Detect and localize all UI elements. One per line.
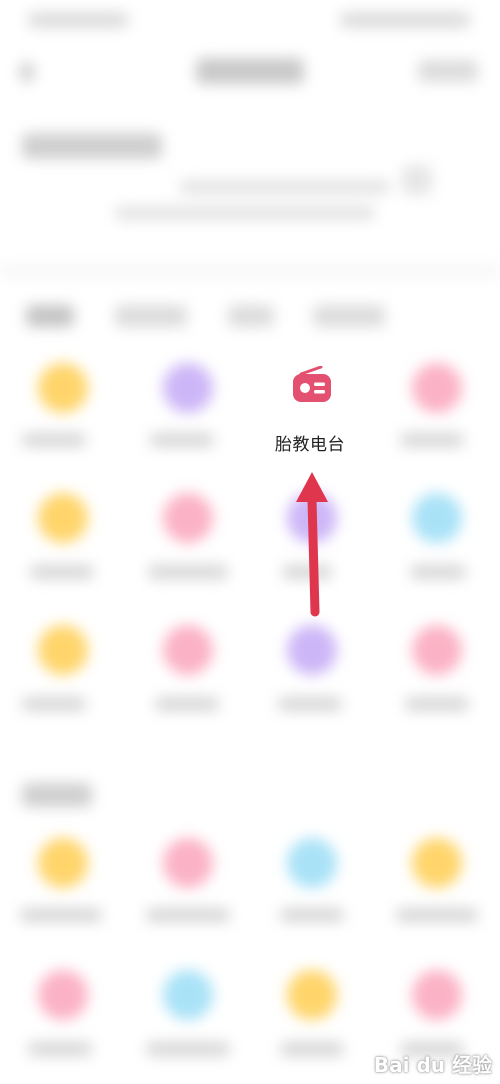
- tile-icon[interactable]: [163, 625, 213, 675]
- tile-icon[interactable]: [38, 625, 88, 675]
- tile-label: [22, 433, 86, 447]
- tile-label: [400, 433, 464, 447]
- tile-label: [148, 565, 228, 579]
- radio-icon: [293, 366, 331, 402]
- tile-label: [28, 1042, 92, 1056]
- tab-4[interactable]: [313, 305, 385, 327]
- tile-icon[interactable]: [412, 838, 462, 888]
- tab-2[interactable]: [115, 305, 187, 327]
- tile-icon[interactable]: [38, 970, 88, 1020]
- tile-icon[interactable]: [412, 625, 462, 675]
- tile-label: [155, 697, 219, 711]
- tile-label: [22, 697, 86, 711]
- tile-label: [280, 1042, 344, 1056]
- tile-label: [20, 908, 102, 922]
- hint-line-2: [115, 206, 375, 220]
- edit-icon[interactable]: [402, 165, 432, 195]
- tile-icon[interactable]: [163, 970, 213, 1020]
- back-icon[interactable]: [20, 62, 34, 82]
- tile-prenatal-radio[interactable]: 胎教电台: [255, 360, 365, 460]
- page-title: [196, 58, 304, 84]
- tile-icon[interactable]: [287, 970, 337, 1020]
- section-divider: [0, 265, 500, 277]
- tile-icon[interactable]: [412, 493, 462, 543]
- tile-icon[interactable]: [38, 838, 88, 888]
- tile-label: [278, 697, 342, 711]
- tile-icon[interactable]: [412, 970, 462, 1020]
- tab-1[interactable]: [26, 305, 74, 327]
- tab-3[interactable]: [228, 305, 274, 327]
- hint-line-1: [180, 180, 390, 194]
- tile-label: [146, 908, 230, 922]
- watermark: Bai du 经验: [373, 1053, 492, 1077]
- tile-label: [410, 565, 466, 579]
- tile-label-prenatal-radio: 胎教电台: [275, 435, 345, 455]
- tile-label: [150, 433, 214, 447]
- tile-label: [280, 908, 344, 922]
- annotation-arrow: [296, 472, 328, 617]
- header-action-button[interactable]: [418, 60, 478, 82]
- section-title: [22, 133, 162, 159]
- status-bar-right: [340, 12, 470, 28]
- tile-icon[interactable]: [163, 493, 213, 543]
- tile-icon[interactable]: [163, 363, 213, 413]
- tile-label: [405, 697, 469, 711]
- tile-label: [396, 908, 478, 922]
- tile-icon[interactable]: [38, 363, 88, 413]
- tile-icon[interactable]: [163, 838, 213, 888]
- blurred-background: [0, 0, 500, 1084]
- tile-label: [30, 565, 94, 579]
- tile-icon[interactable]: [287, 625, 337, 675]
- tile-label: [146, 1042, 230, 1056]
- tile-icon[interactable]: [287, 838, 337, 888]
- tile-icon[interactable]: [38, 493, 88, 543]
- section-title-2: [22, 783, 92, 807]
- tile-icon[interactable]: [412, 363, 462, 413]
- status-bar-left: [28, 12, 128, 28]
